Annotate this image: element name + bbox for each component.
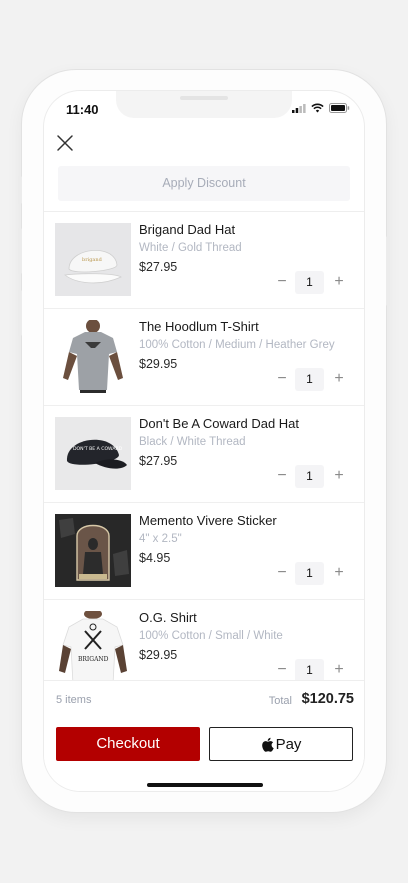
notch [116,91,292,118]
increase-quantity-button[interactable]: + [331,562,347,585]
product-image-tshirt-grey [55,320,131,393]
decrease-quantity-button[interactable]: − [274,562,290,585]
item-price: $27.95 [139,454,178,468]
total-label: Total [268,695,292,707]
increase-quantity-button[interactable]: + [331,271,347,294]
item-name: Memento Vivere Sticker [139,513,277,528]
wifi-icon [311,103,324,113]
item-price: $27.95 [139,260,178,274]
quantity-stepper: − 1 + [274,465,354,488]
decrease-quantity-button[interactable]: − [274,368,290,391]
apple-logo-icon [261,737,274,752]
item-name: O.G. Shirt [139,610,197,625]
cart-item: BRIGAND O.G. Shirt 100% Cotton / Small /… [44,600,364,680]
quantity-stepper: − 1 + [274,659,354,680]
product-image-hat-black: DON'T BE A COWARD [55,417,131,490]
cart-item: The Hoodlum T-Shirt 100% Cotton / Medium… [44,309,364,406]
cart-screen: 11:40 Apply Discount brigand Brigand Dad… [44,91,364,791]
apple-pay-label: Pay [275,735,302,753]
volume-up-button [18,228,22,274]
close-button[interactable] [56,134,74,152]
hat-embroidery-text: brigand [82,257,103,263]
battery-icon [329,103,350,113]
item-price: $29.95 [139,648,178,662]
item-variant: White / Gold Thread [139,242,242,254]
item-variant: 100% Cotton / Small / White [139,630,283,642]
hat-embroidery-text: DON'T BE A COWARD [73,446,123,452]
decrease-quantity-button[interactable]: − [274,659,290,680]
increase-quantity-button[interactable]: + [331,368,347,391]
item-count: 5 items [56,694,92,706]
decrease-quantity-button[interactable]: − [274,465,290,488]
cart-footer: 5 items Total $120.75 Checkout Pay [44,680,364,791]
cart-item: Memento Vivere Sticker 4" x 2.5" $4.95 −… [44,503,364,600]
total-value: $120.75 [301,691,354,707]
product-image-hat-white: brigand [55,223,131,296]
cart-item: brigand Brigand Dad Hat White / Gold Thr… [44,212,364,309]
quantity-value[interactable]: 1 [295,465,324,488]
close-icon [57,135,73,151]
mute-switch [18,176,22,204]
item-variant: 4" x 2.5" [139,533,182,545]
quantity-stepper: − 1 + [274,368,354,391]
item-variant: Black / White Thread [139,436,246,448]
apple-pay-button[interactable]: Pay [209,727,353,761]
quantity-stepper: − 1 + [274,562,354,585]
signal-icon [292,103,306,113]
quantity-stepper: − 1 + [274,271,354,294]
item-name: Brigand Dad Hat [139,222,236,237]
item-name: Don't Be A Coward Dad Hat [139,416,300,431]
speaker-grille [180,96,228,100]
volume-down-button [18,290,22,336]
item-price: $4.95 [139,551,171,565]
quantity-value[interactable]: 1 [295,368,324,391]
increase-quantity-button[interactable]: + [331,659,347,680]
cart-item: DON'T BE A COWARD Don't Be A Coward Dad … [44,406,364,503]
product-image-sticker [55,514,131,587]
cart-items-list[interactable]: brigand Brigand Dad Hat White / Gold Thr… [44,212,364,680]
item-name: The Hoodlum T-Shirt [139,319,259,334]
checkout-button[interactable]: Checkout [56,727,200,761]
power-button [386,236,390,306]
shirt-print-text: BRIGAND [78,656,109,663]
increase-quantity-button[interactable]: + [331,465,347,488]
apply-discount-button[interactable]: Apply Discount [58,166,350,201]
decrease-quantity-button[interactable]: − [274,271,290,294]
quantity-value[interactable]: 1 [295,271,324,294]
quantity-value[interactable]: 1 [295,562,324,585]
product-image-shirt-white: BRIGAND [55,611,131,680]
home-indicator[interactable] [147,783,263,787]
quantity-value[interactable]: 1 [295,659,324,680]
item-price: $29.95 [139,357,178,371]
status-icons [292,103,350,113]
status-time: 11:40 [66,102,99,117]
item-variant: 100% Cotton / Medium / Heather Grey [139,339,335,351]
